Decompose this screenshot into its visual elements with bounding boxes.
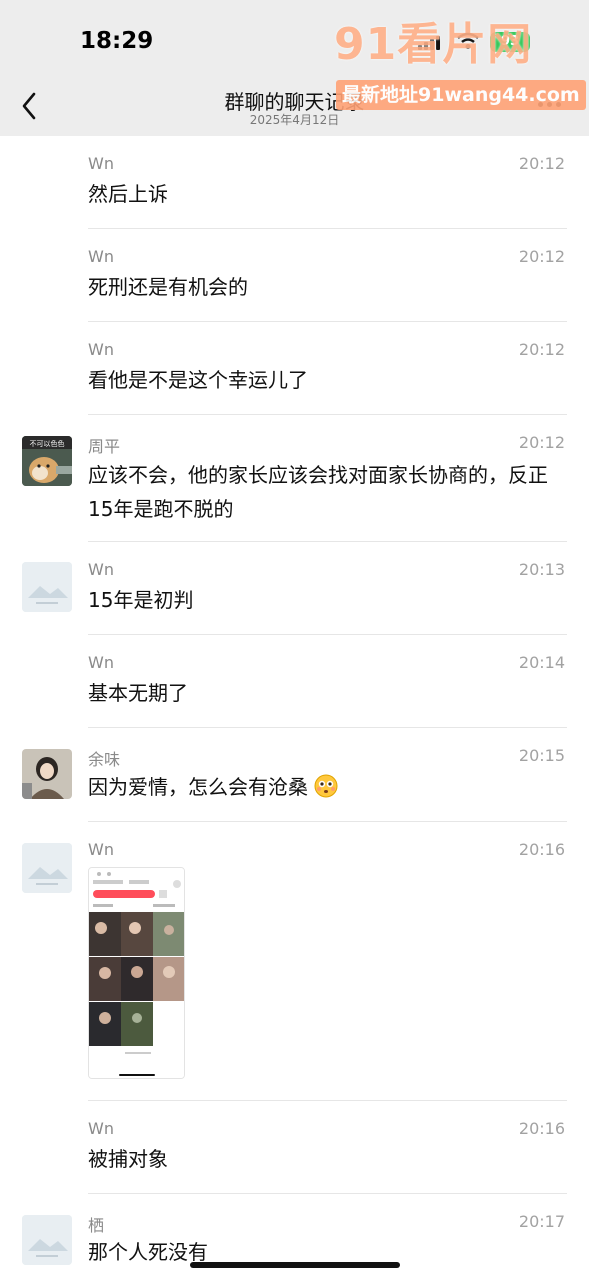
message-time: 20:16 <box>518 840 565 859</box>
image-message-thumbnail[interactable] <box>88 867 185 1079</box>
message-time: 20:15 <box>518 746 565 765</box>
avatar[interactable] <box>22 749 72 799</box>
message-text[interactable]: 被捕对象 <box>88 1142 570 1176</box>
person-avatar-icon <box>22 749 72 799</box>
message-row: Wn 20:12 看他是不是这个幸运儿了 <box>0 322 589 415</box>
image-placeholder-icon <box>22 562 72 612</box>
home-indicator[interactable] <box>190 1262 400 1268</box>
message-sender: 周平 <box>88 437 121 456</box>
message-sender: 余味 <box>88 750 121 769</box>
message-time: 20:14 <box>518 653 565 672</box>
message-row: 不可以色色 周平 20:12 应该不会，他的家长应该会找对面家长协商的，反正15… <box>0 415 589 542</box>
message-time: 20:13 <box>518 560 565 579</box>
message-text[interactable]: 应该不会，他的家长应该会找对面家长协商的，反正15年是跑不脱的 <box>88 458 570 526</box>
image-placeholder-icon <box>22 843 72 893</box>
message-row: Wn 20:16 <box>0 822 589 1101</box>
message-row: Wn 20:12 死刑还是有机会的 <box>0 229 589 322</box>
message-row: Wn 20:14 基本无期了 <box>0 635 589 728</box>
message-text[interactable]: 基本无期了 <box>88 676 570 710</box>
message-time: 20:16 <box>518 1119 565 1138</box>
page-subtitle: 2025年4月12日 <box>249 113 340 127</box>
message-text[interactable]: 15年是初判 <box>88 583 570 617</box>
dog-avatar-icon: 不可以色色 <box>22 436 72 486</box>
message-sender: Wn <box>88 154 114 173</box>
message-text[interactable]: 看他是不是这个幸运儿了 <box>88 363 570 397</box>
watermark: 91看片网 最新地址91wang44.com <box>334 8 586 110</box>
message-sender: Wn <box>88 840 114 859</box>
flushed-face-emoji-icon <box>314 774 338 798</box>
message-sender: Wn <box>88 340 114 359</box>
message-row: Wn 20:13 15年是初判 <box>0 542 589 635</box>
message-row: 余味 20:15 因为爱情，怎么会有沧桑 <box>0 728 589 822</box>
avatar[interactable] <box>22 843 72 893</box>
message-text[interactable]: 然后上诉 <box>88 177 570 211</box>
message-text[interactable]: 因为爱情，怎么会有沧桑 <box>88 770 570 804</box>
screenshot-image <box>89 868 184 1078</box>
watermark-url: 最新地址91wang44.com <box>336 80 586 110</box>
status-time: 18:29 <box>80 28 154 54</box>
message-time: 20:12 <box>518 433 565 452</box>
message-sender: 栖 <box>88 1216 105 1235</box>
avatar-caption: 不可以色色 <box>30 439 65 448</box>
message-time: 20:12 <box>518 340 565 359</box>
avatar[interactable] <box>22 1215 72 1265</box>
message-text[interactable]: 死刑还是有机会的 <box>88 270 570 304</box>
avatar[interactable] <box>22 562 72 612</box>
message-time: 20:12 <box>518 154 565 173</box>
message-row: Wn 20:16 被捕对象 <box>0 1101 589 1194</box>
watermark-logo: 91看片网 <box>334 19 533 70</box>
message-sender: Wn <box>88 1119 114 1138</box>
message-text-content: 因为爱情，怎么会有沧桑 <box>88 775 308 799</box>
message-time: 20:17 <box>518 1212 565 1231</box>
message-time: 20:12 <box>518 247 565 266</box>
avatar[interactable]: 不可以色色 <box>22 436 72 486</box>
message-sender: Wn <box>88 247 114 266</box>
message-sender: Wn <box>88 653 114 672</box>
message-sender: Wn <box>88 560 114 579</box>
image-placeholder-icon <box>22 1215 72 1265</box>
message-row: Wn 20:12 然后上诉 <box>0 136 589 229</box>
top-bar: 18:29 93 群聊的聊天记录 2025年4月12日 91看片网 最新地址91… <box>0 0 589 136</box>
